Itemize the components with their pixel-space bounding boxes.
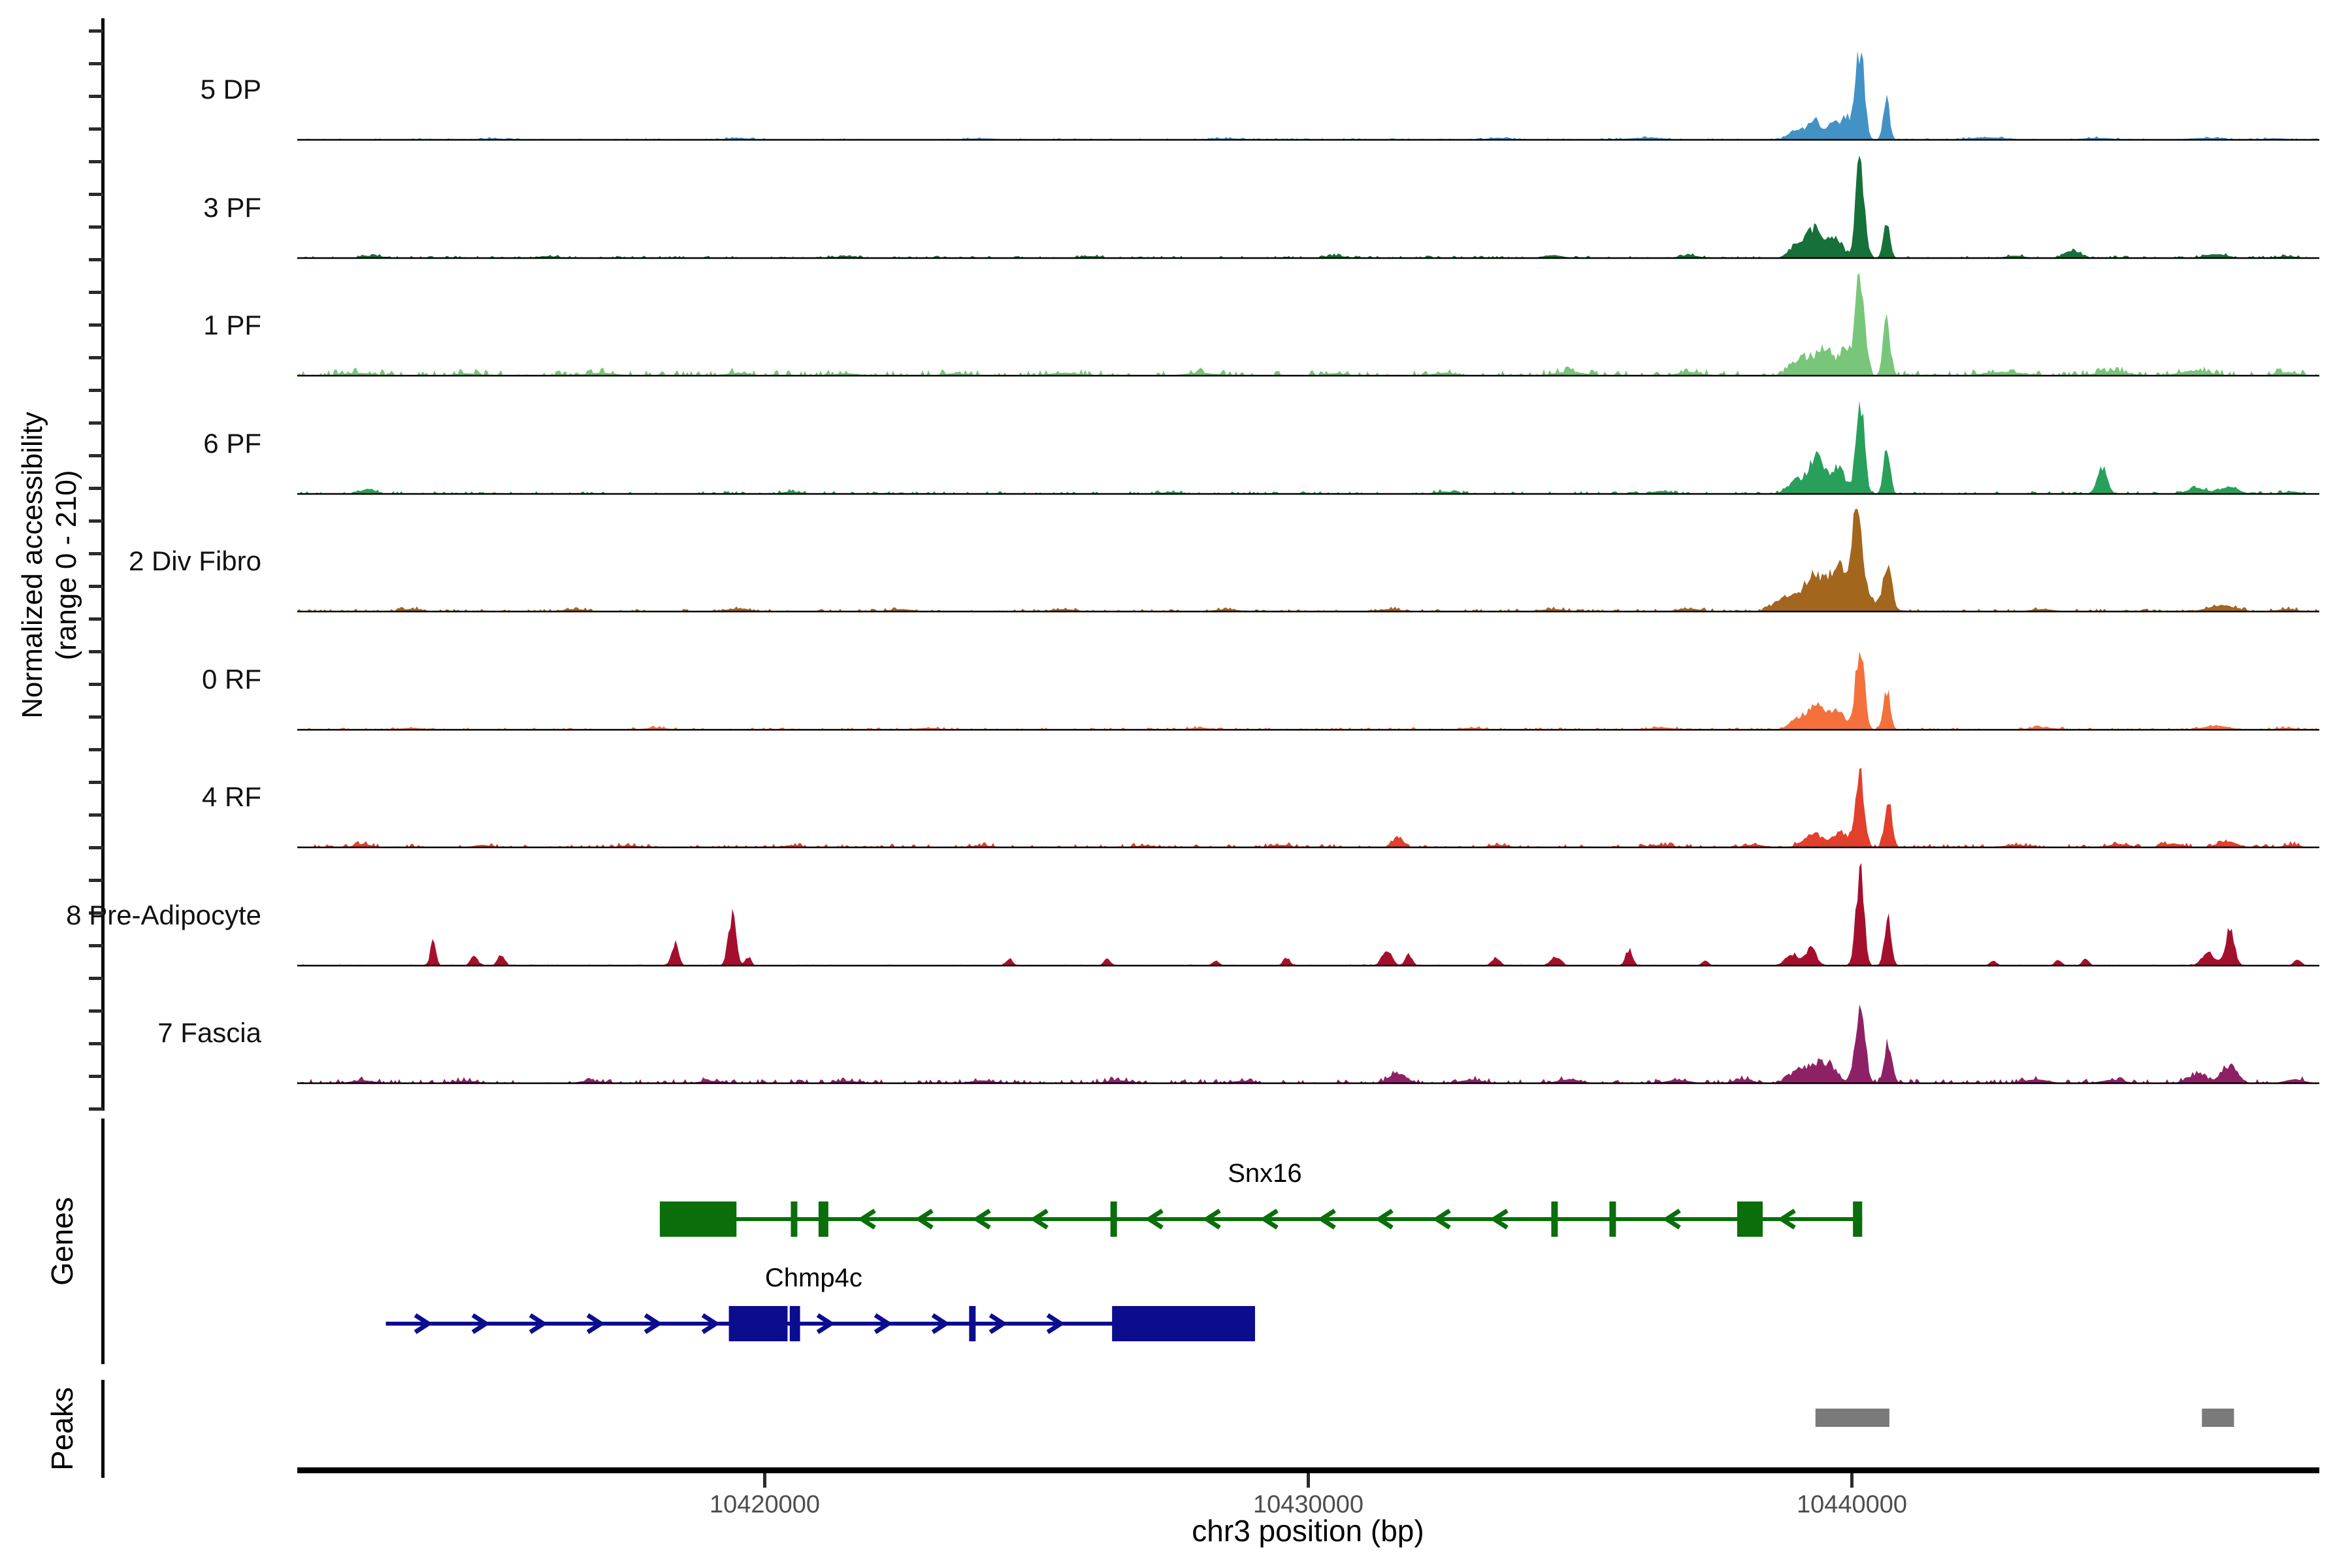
gene-exon	[790, 1306, 800, 1341]
track-signal-2-div-fibro	[297, 509, 2319, 612]
y-axis-minor-tick	[89, 1075, 103, 1078]
track-signal-5-dp	[297, 51, 2319, 140]
gene-exon	[1737, 1201, 1763, 1237]
track-label-5-dp: 5 DP	[201, 74, 261, 105]
y-axis-minor-tick	[89, 977, 103, 980]
y-axis-minor-tick	[89, 193, 103, 196]
gene-exon	[969, 1306, 975, 1341]
y-axis-minor-tick	[89, 519, 103, 523]
y-axis-minor-tick	[89, 258, 103, 261]
track-label-7-fascia: 7 Fascia	[157, 1017, 261, 1049]
track-signal-3-pf	[297, 155, 2319, 258]
peaks-bracket-line	[101, 1380, 105, 1478]
track-label-3-pf: 3 PF	[203, 192, 261, 223]
y-axis-minor-tick	[89, 62, 103, 65]
gene-model-chmp4c	[386, 1306, 1255, 1341]
y-axis-minor-tick	[89, 552, 103, 555]
y-axis-minor-tick	[89, 356, 103, 359]
x-tick-label-10430000: 10430000	[1253, 1491, 1364, 1519]
y-axis-label-line1: Normalized accessibility	[16, 412, 49, 718]
gene-exon	[791, 1201, 797, 1237]
track-label-6-pf: 6 PF	[203, 428, 261, 459]
y-axis-minor-tick	[89, 781, 103, 784]
gene-exon	[819, 1201, 828, 1237]
y-axis-minor-tick	[89, 1009, 103, 1013]
y-axis-minor-tick	[89, 291, 103, 294]
y-axis-minor-tick	[89, 585, 103, 588]
peaks-section-label: Peaks	[44, 1387, 80, 1471]
gene-exon	[1112, 1306, 1255, 1341]
peak-interval-bar	[1816, 1409, 1889, 1427]
y-axis-minor-tick	[89, 846, 103, 849]
y-axis-minor-tick	[89, 160, 103, 163]
genes-section-label: Genes	[44, 1197, 80, 1286]
track-label-1-pf: 1 PF	[203, 310, 261, 341]
coverage-plot: Normalized accessibility (range 0 - 210)…	[0, 0, 2352, 1568]
y-axis-minor-tick	[89, 683, 103, 686]
track-label-4-rf: 4 RF	[202, 781, 261, 813]
gene-model-snx16	[660, 1201, 1862, 1237]
y-axis-minor-tick	[89, 389, 103, 392]
x-tick-label-10420000: 10420000	[710, 1491, 820, 1519]
y-axis-minor-tick	[89, 813, 103, 817]
track-signal-6-pf	[297, 401, 2319, 494]
track-signal-4-rf	[297, 768, 2319, 847]
gene-exon	[1853, 1201, 1862, 1237]
x-tick-label-10440000: 10440000	[1797, 1491, 1907, 1519]
gene-label-snx16: Snx16	[1228, 1159, 1301, 1188]
y-axis-minor-tick	[89, 715, 103, 719]
y-axis-minor-tick	[89, 487, 103, 490]
y-axis-minor-tick	[89, 617, 103, 621]
genes-bracket-line	[101, 1119, 105, 1364]
y-axis-minor-tick	[89, 29, 103, 33]
y-axis-minor-tick	[89, 225, 103, 229]
y-axis-minor-tick	[89, 879, 103, 882]
y-axis-minor-tick	[89, 748, 103, 751]
x-axis-tick	[763, 1473, 766, 1488]
gene-exon	[1111, 1201, 1117, 1237]
gene-label-chmp4c: Chmp4c	[765, 1264, 862, 1293]
track-signal-1-pf	[297, 273, 2319, 376]
y-axis-minor-tick	[89, 650, 103, 653]
y-axis-minor-tick	[89, 944, 103, 947]
y-axis-minor-tick	[89, 95, 103, 98]
y-axis-minor-tick	[89, 323, 103, 327]
y-axis-minor-tick	[89, 1107, 103, 1111]
y-axis-minor-tick	[89, 1042, 103, 1045]
gene-exon	[660, 1201, 736, 1237]
y-axis-label-line2: (range 0 - 210)	[50, 470, 83, 660]
track-label-2-div-fibro: 2 Div Fibro	[129, 546, 261, 577]
gene-exon	[1609, 1201, 1616, 1237]
gene-exon	[1551, 1201, 1558, 1237]
peak-interval-bar	[2202, 1409, 2234, 1427]
y-axis-minor-tick	[89, 421, 103, 425]
track-label-0-rf: 0 RF	[202, 664, 261, 695]
x-axis-tick	[1307, 1473, 1310, 1488]
plot-canvas	[0, 0, 2352, 1568]
track-signal-7-fascia	[297, 1004, 2319, 1083]
y-axis-minor-tick	[89, 127, 103, 131]
track-signal-8-pre-adipocyte	[297, 863, 2319, 966]
x-axis-line	[297, 1467, 2319, 1473]
track-signal-0-rf	[297, 651, 2319, 730]
track-label-8-pre-adipocyte: 8 Pre-Adipocyte	[66, 900, 261, 931]
y-axis-minor-tick	[89, 454, 103, 457]
x-axis-tick	[1850, 1473, 1854, 1488]
gene-exon	[729, 1306, 788, 1341]
